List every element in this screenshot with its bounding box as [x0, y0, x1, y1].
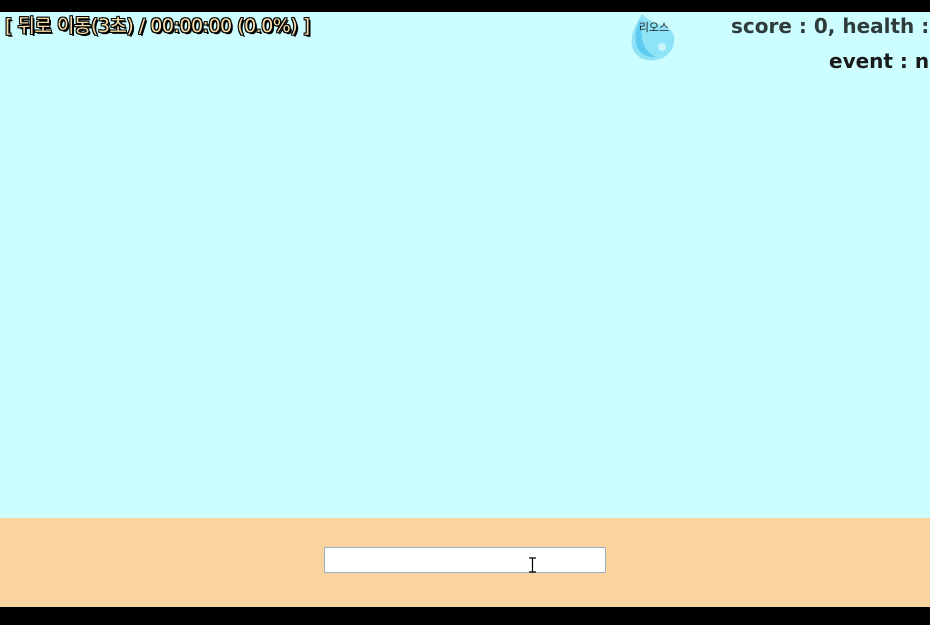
play-area — [0, 12, 930, 518]
top-letterbox — [0, 0, 930, 12]
bottom-letterbox — [0, 607, 930, 625]
word-input[interactable] — [324, 547, 606, 573]
game-frame: [ 뒤로 이동(3초) / 00:00:00 (0.0%) ] 리오스 scor… — [0, 0, 930, 625]
status-text: [ 뒤로 이동(3초) / 00:00:00 (0.0%) ] — [5, 15, 310, 37]
falling-word: 리오스 — [638, 21, 670, 34]
water-drop-icon — [628, 12, 678, 62]
